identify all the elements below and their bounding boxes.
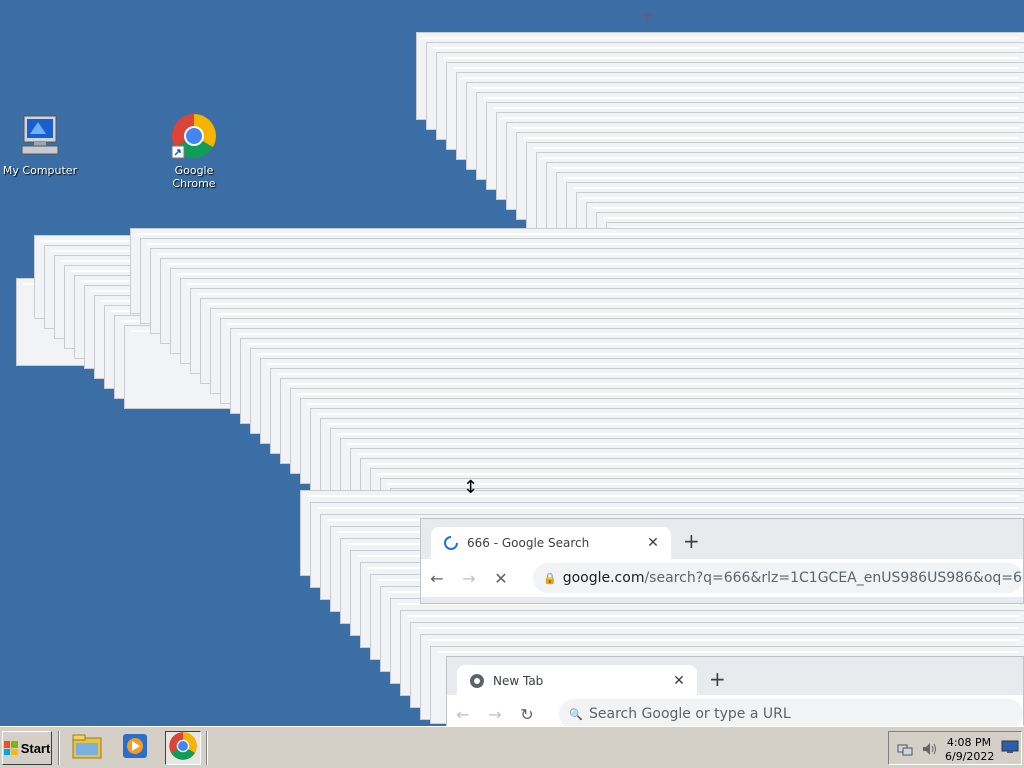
lock-icon: 🔒 xyxy=(543,571,557,585)
stop-button[interactable]: ✕ xyxy=(485,569,517,588)
quicklaunch-media-player[interactable] xyxy=(118,731,152,765)
start-button[interactable]: Start xyxy=(2,731,52,765)
url-path: /search?q=666&rlz=1C1GCEA_enUS986US986&o… xyxy=(644,570,1023,586)
tab-close-icon[interactable]: ✕ xyxy=(669,673,689,689)
explorer-icon xyxy=(72,733,102,763)
url-host: google.com xyxy=(562,570,645,586)
quicklaunch-explorer[interactable] xyxy=(70,731,104,765)
forward-button[interactable]: → xyxy=(479,705,511,724)
quicklaunch-chrome[interactable] xyxy=(165,731,201,765)
desktop-icon-google-chrome[interactable]: Google Chrome xyxy=(154,112,234,190)
volume-icon[interactable] xyxy=(921,741,937,760)
my-computer-label: My Computer xyxy=(2,164,78,177)
network-icon[interactable] xyxy=(897,741,913,760)
tab-title: 666 - Google Search xyxy=(467,536,590,550)
tab-strip: New Tab ✕ + xyxy=(447,657,1023,697)
clock-time: 4:08 PM xyxy=(946,736,992,749)
forward-button[interactable]: → xyxy=(453,569,485,588)
chrome-icon xyxy=(168,731,198,765)
back-button[interactable]: ← xyxy=(447,705,479,724)
resize-cursor-icon: ↕ xyxy=(463,477,479,498)
windows-logo-icon xyxy=(3,741,18,755)
chrome-icon xyxy=(170,112,218,160)
tab-strip: 666 - Google Search ✕ + xyxy=(421,519,1023,559)
back-button[interactable]: ← xyxy=(421,569,453,588)
omnibox[interactable]: 🔒 google.com/search?q=666&rlz=1C1GCEA_en… xyxy=(533,563,1023,593)
chrome-favicon-icon xyxy=(469,673,485,689)
toolbar: ← → ↻ 🔍 Search Google or type a URL xyxy=(447,695,1023,727)
tab-google-search[interactable]: 666 - Google Search ✕ xyxy=(431,527,671,559)
new-tab-button[interactable]: + xyxy=(683,529,700,553)
chrome-window-newtab[interactable]: New Tab ✕ + ← → ↻ 🔍 Search Google or typ… xyxy=(446,656,1024,728)
clock[interactable]: 4:08 PM 6/9/2022 xyxy=(945,736,995,764)
toolbar: ← → ✕ 🔒 google.com/search?q=666&rlz=1C1G… xyxy=(421,559,1023,597)
omnibox[interactable]: 🔍 Search Google or type a URL xyxy=(559,699,1023,727)
loading-spinner-icon xyxy=(443,535,459,551)
chrome-window-search[interactable]: 666 - Google Search ✕ + ← → ✕ 🔒 google.c… xyxy=(420,518,1024,604)
media-player-icon xyxy=(121,732,149,764)
start-label: Start xyxy=(20,740,51,756)
omnibox-placeholder: Search Google or type a URL xyxy=(589,706,791,722)
search-icon: 🔍 xyxy=(569,707,583,721)
new-tab-button[interactable]: + xyxy=(709,667,726,691)
google-chrome-label: Google Chrome xyxy=(172,164,216,190)
tab-new-tab[interactable]: New Tab ✕ xyxy=(457,665,697,697)
desktop-icon-my-computer[interactable]: My Computer xyxy=(0,112,80,177)
reload-button[interactable]: ↻ xyxy=(511,705,543,724)
clock-date: 6/9/2022 xyxy=(945,750,995,763)
system-tray: 4:08 PM 6/9/2022 xyxy=(888,731,1022,765)
taskbar: Start 4:08 PM 6/9/2022 xyxy=(0,726,1024,768)
show-desktop-icon[interactable] xyxy=(1001,740,1019,757)
tab-close-icon[interactable]: ✕ xyxy=(643,535,663,551)
tab-title: New Tab xyxy=(493,674,544,688)
taskbar-separator xyxy=(206,731,208,765)
taskbar-separator xyxy=(58,731,60,765)
my-computer-icon xyxy=(16,112,64,160)
window-title-glyph-icon: ⚚ xyxy=(640,10,655,29)
